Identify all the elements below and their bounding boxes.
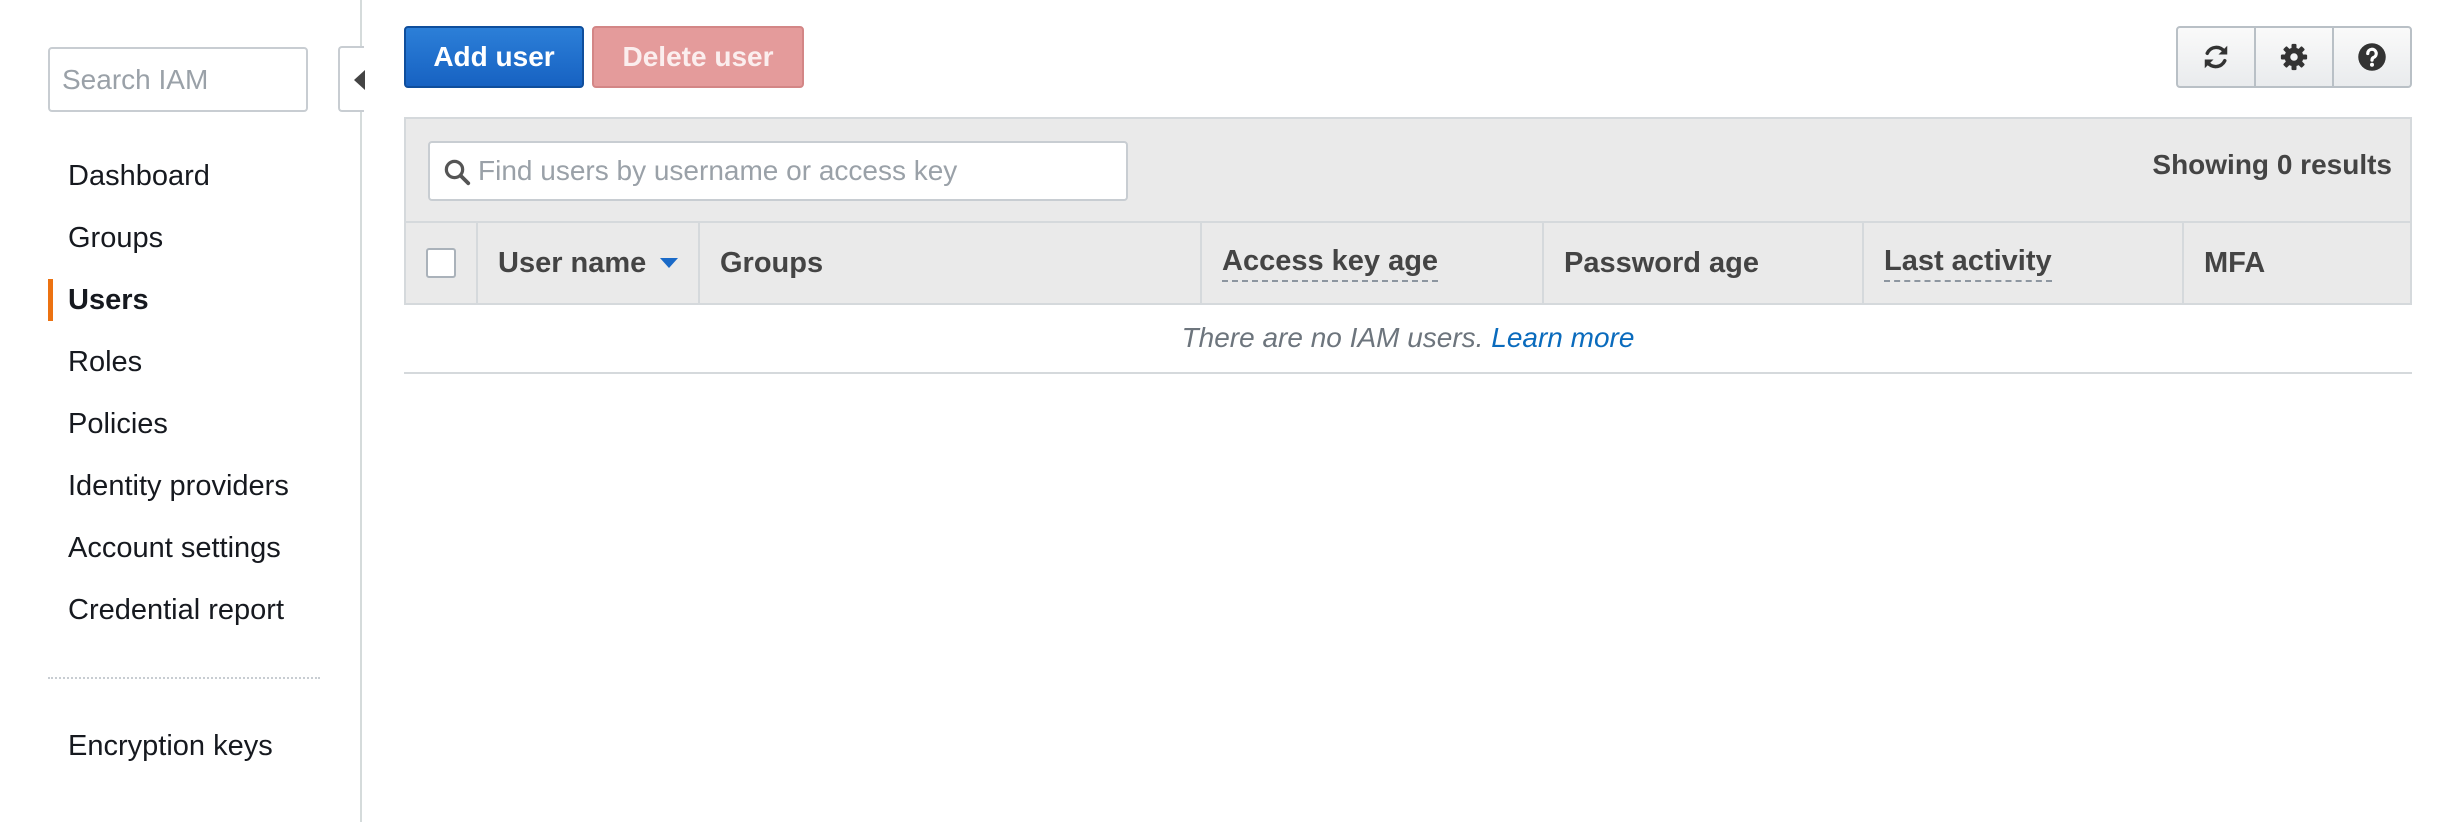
sidebar-item-roles[interactable]: Roles xyxy=(0,331,340,393)
add-user-button[interactable]: Add user xyxy=(404,26,584,88)
user-filter-field[interactable] xyxy=(428,141,1128,201)
column-label-password-age: Password age xyxy=(1564,246,1760,279)
sidebar-collapse-toggle[interactable] xyxy=(338,46,365,112)
search-icon xyxy=(444,159,471,186)
help-button[interactable] xyxy=(2334,28,2410,86)
refresh-button[interactable] xyxy=(2178,28,2256,86)
sidebar-item-users[interactable]: Users xyxy=(0,269,340,331)
column-label-user-name: User name xyxy=(498,246,647,279)
delete-user-button[interactable]: Delete user xyxy=(592,26,804,88)
sidebar-nav: Dashboard Groups Users Roles Policies Id… xyxy=(0,145,340,641)
column-header-last-activity[interactable]: Last activity xyxy=(1864,223,2184,303)
sidebar: Dashboard Groups Users Roles Policies Id… xyxy=(0,0,362,822)
sidebar-item-account-settings[interactable]: Account settings xyxy=(0,517,340,579)
sidebar-item-dashboard[interactable]: Dashboard xyxy=(0,145,340,207)
gear-icon xyxy=(2280,43,2308,71)
column-header-mfa[interactable]: MFA xyxy=(2184,223,2410,303)
sidebar-item-identity-providers[interactable]: Identity providers xyxy=(0,455,340,517)
sidebar-item-credential-report[interactable]: Credential report xyxy=(0,579,340,641)
search-iam-field[interactable] xyxy=(48,47,308,112)
column-header-user-name[interactable]: User name xyxy=(478,223,700,303)
column-header-password-age[interactable]: Password age xyxy=(1544,223,1864,303)
column-label-access-key-age: Access key age xyxy=(1222,244,1439,282)
learn-more-link[interactable]: Learn more xyxy=(1491,322,1634,353)
users-table: Showing 0 results User name Groups Acces… xyxy=(404,117,2412,374)
refresh-icon xyxy=(2204,45,2228,69)
toolbar-icon-group xyxy=(2176,26,2412,88)
sidebar-extra-nav: Encryption keys xyxy=(0,715,340,777)
results-count: Showing 0 results xyxy=(2152,149,2392,180)
sidebar-divider xyxy=(48,677,320,679)
column-label-groups: Groups xyxy=(720,246,824,279)
empty-table-row: There are no IAM users. Learn more xyxy=(404,305,2412,374)
sidebar-item-encryption-keys[interactable]: Encryption keys xyxy=(0,715,340,777)
user-filter-input[interactable] xyxy=(478,143,1118,199)
table-filter-bar: Showing 0 results xyxy=(404,117,2412,221)
settings-button[interactable] xyxy=(2256,28,2334,86)
sidebar-item-groups[interactable]: Groups xyxy=(0,207,340,269)
column-header-groups[interactable]: Groups xyxy=(700,223,1202,303)
sort-descending-icon xyxy=(660,258,679,268)
column-label-mfa: MFA xyxy=(2204,246,2266,279)
sidebar-item-policies[interactable]: Policies xyxy=(0,393,340,455)
collapse-arrow-icon xyxy=(354,70,365,90)
column-label-last-activity: Last activity xyxy=(1884,244,2052,282)
table-header-row: User name Groups Access key age Password… xyxy=(404,221,2412,305)
help-icon xyxy=(2358,43,2386,71)
empty-message: There are no IAM users. xyxy=(1181,322,1484,353)
search-iam-input[interactable] xyxy=(50,49,306,110)
select-all-checkbox[interactable] xyxy=(426,248,456,278)
select-all-cell xyxy=(406,223,478,303)
column-header-access-key-age[interactable]: Access key age xyxy=(1202,223,1544,303)
